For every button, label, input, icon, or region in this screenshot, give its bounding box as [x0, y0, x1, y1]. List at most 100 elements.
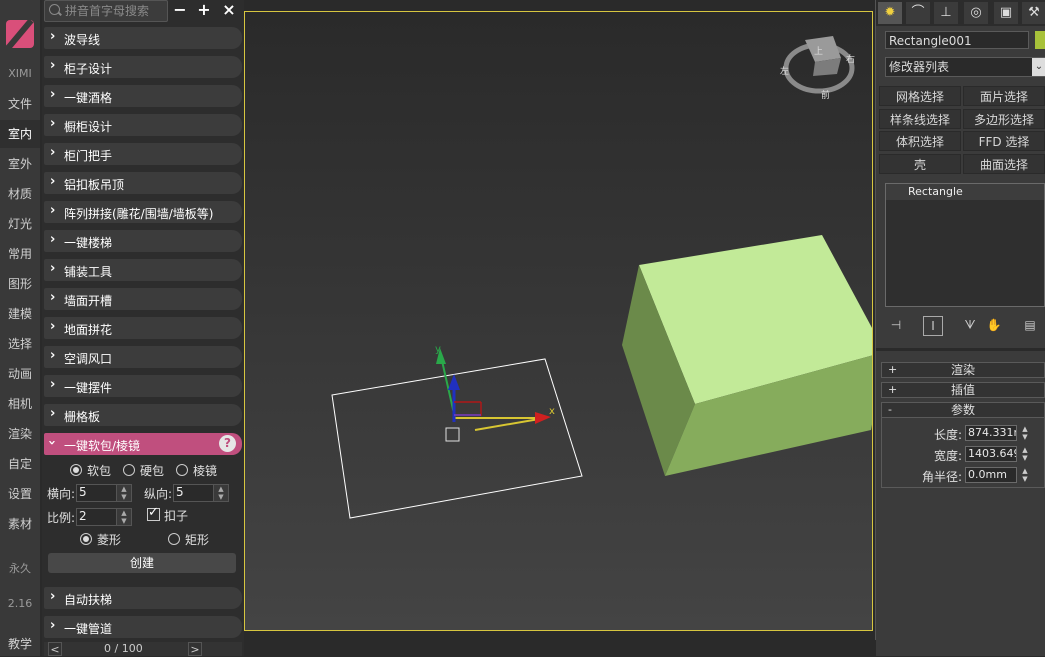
create-button[interactable]: 创建	[48, 553, 236, 573]
show-end-result-icon[interactable]: Ⅰ	[923, 316, 943, 336]
tool-item[interactable]: › 橱柜设计	[44, 114, 242, 136]
corner-radius-field[interactable]: 0.0mm	[965, 467, 1017, 483]
tool-item[interactable]: › 一键楼梯	[44, 230, 242, 252]
menu-custom[interactable]: 自定	[0, 455, 40, 472]
tool-label: 一键管道	[64, 622, 113, 636]
tab-utilities[interactable]: ⚒	[1022, 2, 1045, 24]
rollout-parameters[interactable]: - 参数	[881, 402, 1045, 418]
tool-item[interactable]: › 墙面开槽	[44, 288, 242, 310]
length-field[interactable]: 874.331m	[965, 425, 1017, 441]
prism-radio[interactable]	[176, 464, 188, 476]
buckle-checkbox[interactable]	[147, 505, 160, 521]
object-color-swatch[interactable]	[1035, 31, 1045, 49]
spinner-arrows-icon[interactable]: ▲ ▼	[116, 485, 131, 501]
gizmo-z-arrow-icon[interactable]	[448, 374, 460, 390]
tool-item[interactable]: › 空调风口	[44, 346, 242, 368]
parameters-body: 长度: 874.331m ▲▼ 宽度: 1403.649i ▲▼ 角半径: 0.…	[881, 418, 1045, 488]
soft-pack-radio[interactable]	[70, 464, 82, 476]
tool-item[interactable]: › 自动扶梯	[44, 587, 242, 609]
tool-item[interactable]: › 柜子设计	[44, 56, 242, 78]
remove-modifier-icon[interactable]: ✋	[985, 316, 1003, 334]
rollout-rendering[interactable]: + 渲染	[881, 362, 1045, 378]
ratio-spinner[interactable]: 2 ▲ ▼	[76, 508, 132, 526]
rectangle-radio[interactable]	[168, 533, 180, 545]
ffd-select-button[interactable]: FFD 选择	[963, 131, 1045, 151]
horizontal-spinner[interactable]: 5 ▲ ▼	[76, 484, 132, 502]
tab-display[interactable]: ▣	[994, 2, 1018, 24]
menu-modeling[interactable]: 建模	[0, 305, 40, 322]
modifier-list-dropdown[interactable]: 修改器列表 ⌄	[885, 57, 1045, 77]
spline-select-button[interactable]: 样条线选择	[879, 109, 961, 129]
tab-modify[interactable]: ⌒	[906, 2, 930, 24]
menu-shape[interactable]: 图形	[0, 275, 40, 292]
spinner-arrows-icon[interactable]: ▲ ▼	[213, 485, 228, 501]
search-input[interactable]	[63, 2, 167, 20]
tab-hierarchy[interactable]: ⊥	[934, 2, 958, 24]
modifier-stack[interactable]: Rectangle	[885, 183, 1045, 307]
spinner-arrows-icon[interactable]: ▲ ▼	[116, 509, 131, 525]
tool-item[interactable]: › 一键摆件	[44, 375, 242, 397]
gizmo-x-axis[interactable]	[474, 417, 546, 431]
spinner-arrows-icon[interactable]: ▲ ▼	[1020, 446, 1030, 462]
stack-item-rectangle[interactable]: Rectangle	[886, 184, 1044, 200]
prism-label: 棱镜	[193, 464, 218, 478]
mesh-select-button[interactable]: 网格选择	[879, 86, 961, 106]
tool-item[interactable]: › 阵列拼接(雕花/围墙/墙板等)	[44, 201, 242, 223]
pin-stack-icon[interactable]: ⊣	[887, 316, 905, 334]
configure-sets-icon[interactable]: ▤	[1021, 316, 1039, 334]
help-icon[interactable]: ?	[219, 435, 236, 452]
tab-create[interactable]: ✹	[878, 2, 902, 24]
menu-interior[interactable]: 室内	[0, 120, 40, 148]
tool-item[interactable]: › 一键管道	[44, 616, 242, 638]
hard-pack-radio[interactable]	[123, 464, 135, 476]
tool-item[interactable]: › 波导线	[44, 27, 242, 49]
panel-header: − + ×	[42, 0, 244, 22]
shell-button[interactable]: 壳	[879, 154, 961, 174]
menu-settings[interactable]: 设置	[0, 485, 40, 502]
menu-light[interactable]: 灯光	[0, 215, 40, 232]
pager-prev-button[interactable]: <	[48, 642, 62, 656]
rollout-interpolation[interactable]: + 插值	[881, 382, 1045, 398]
surface-select-button[interactable]: 曲面选择	[963, 154, 1045, 174]
poly-select-button[interactable]: 多边形选择	[963, 109, 1045, 129]
object-name-field[interactable]: Rectangle001	[885, 31, 1029, 49]
diamond-radio[interactable]	[80, 533, 92, 545]
tool-item[interactable]: › 铝扣板吊顶	[44, 172, 242, 194]
tab-motion[interactable]: ◎	[964, 2, 988, 24]
add-button[interactable]: +	[194, 0, 214, 20]
search-box[interactable]	[44, 0, 168, 22]
vertical-spinner[interactable]: 5 ▲ ▼	[173, 484, 229, 502]
tool-label: 自动扶梯	[64, 593, 113, 607]
volume-select-button[interactable]: 体积选择	[879, 131, 961, 151]
tool-item[interactable]: › 柜门把手	[44, 143, 242, 165]
spinner-arrows-icon[interactable]: ▲ ▼	[1020, 425, 1030, 441]
chevron-right-icon: ›	[50, 406, 56, 421]
menu-tutorial[interactable]: 教学	[0, 635, 40, 652]
menu-render[interactable]: 渲染	[0, 425, 40, 442]
menu-exterior[interactable]: 室外	[0, 155, 40, 172]
patch-select-button[interactable]: 面片选择	[963, 86, 1045, 106]
pager-next-button[interactable]: >	[188, 642, 202, 656]
menu-animation[interactable]: 动画	[0, 365, 40, 382]
menu-common[interactable]: 常用	[0, 245, 40, 262]
menu-camera[interactable]: 相机	[0, 395, 40, 412]
menu-select[interactable]: 选择	[0, 335, 40, 352]
menu-assets[interactable]: 素材	[0, 515, 40, 532]
tool-item[interactable]: › 一键酒格	[44, 85, 242, 107]
collapse-button[interactable]: −	[170, 0, 190, 20]
menu-file[interactable]: 文件	[0, 95, 40, 112]
menu-material[interactable]: 材质	[0, 185, 40, 202]
pivot-square-icon[interactable]	[445, 427, 460, 442]
perspective-viewport[interactable]: x y 上 前 左 右	[244, 11, 873, 631]
close-button[interactable]: ×	[219, 0, 239, 20]
expanded-tool-header[interactable]: › 一键软包/棱镜 ?	[44, 433, 242, 455]
tool-item[interactable]: › 地面拼花	[44, 317, 242, 339]
make-unique-icon[interactable]: ᗐ	[961, 316, 979, 334]
chevron-right-icon: ›	[50, 116, 56, 131]
spinner-arrows-icon[interactable]: ▲ ▼	[1020, 467, 1030, 483]
vertical-value: 5	[176, 485, 184, 499]
chevron-down-icon: ›	[44, 439, 60, 446]
tool-item[interactable]: › 铺装工具	[44, 259, 242, 281]
tool-item[interactable]: › 栅格板	[44, 404, 242, 426]
width-field[interactable]: 1403.649i	[965, 446, 1017, 462]
